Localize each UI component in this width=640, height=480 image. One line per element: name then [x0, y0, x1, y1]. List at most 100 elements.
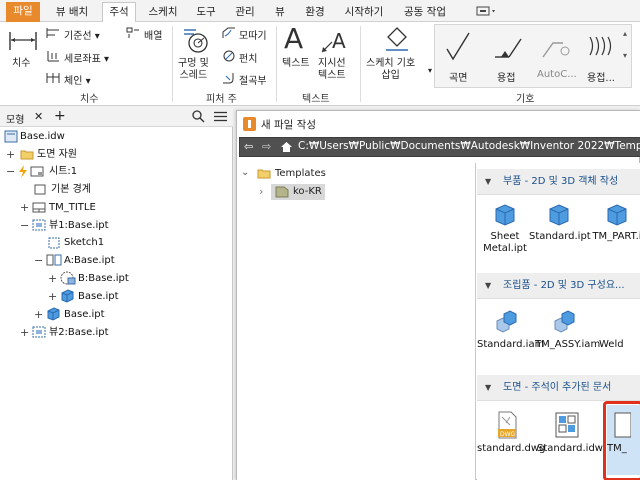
part-icon	[46, 307, 60, 324]
text-icon[interactable]: A	[284, 24, 303, 54]
weld-bead-icon[interactable]	[587, 35, 617, 60]
model-browser: 모형 ✕ + Base.idw + 도면 자원 − 시트:1 기본 경계 + T…	[0, 107, 233, 480]
autocad-block-icon[interactable]	[541, 31, 571, 64]
tab-file[interactable]: 파일	[6, 2, 40, 22]
tab-place-views[interactable]: 뷰 배치	[48, 3, 96, 22]
surface-texture-icon[interactable]	[445, 31, 475, 64]
tree-toggle[interactable]: +	[34, 306, 43, 323]
tab-view[interactable]: 뷰	[268, 3, 292, 22]
folder-icon	[275, 186, 289, 201]
template-file[interactable]: Standard.idw	[537, 411, 603, 455]
highlight-box	[603, 401, 640, 480]
tree-item-view1[interactable]: 뷰1:Base.ipt	[49, 217, 109, 234]
assembly-template-icon	[554, 310, 575, 333]
sketch-symbol-button[interactable]: 스케치 기호 삽입	[366, 58, 415, 82]
panel-separator	[172, 26, 173, 102]
title-block-icon	[32, 202, 46, 216]
sketch-symbol-dropdown-icon[interactable]: ▾	[428, 66, 432, 75]
tree-item-border[interactable]: 기본 경계	[51, 181, 91, 198]
template-file[interactable]: TM_ASSY.iam	[535, 309, 600, 351]
browser-tab-model[interactable]: 모형	[6, 111, 24, 126]
template-file[interactable]: DWG standard.dwg	[477, 411, 545, 455]
tree-item-sheet[interactable]: 시트:1	[49, 163, 77, 180]
gallery-scroll-down-icon[interactable]: ▾	[623, 51, 627, 60]
punch-icon	[222, 50, 236, 65]
template-file[interactable]: Sheet Metal.ipt	[477, 203, 533, 255]
close-icon[interactable]: ✕	[34, 110, 43, 123]
tree-item-view-b[interactable]: B:Base.ipt	[78, 270, 129, 287]
tree-toggle[interactable]: −	[20, 217, 29, 234]
path-text[interactable]: C:₩Users₩Public₩Documents₩Autodesk₩Inven…	[298, 140, 640, 152]
folder-toggle[interactable]: ›	[259, 185, 263, 198]
tree-toggle[interactable]: +	[20, 324, 29, 341]
tree-toggle[interactable]: +	[6, 146, 15, 163]
chamfer-button[interactable]: 모따기	[239, 27, 267, 42]
dimension-panel-label: 치수	[80, 94, 99, 105]
collapse-icon: ▼	[485, 281, 492, 290]
section-header-drawings[interactable]: ▼ 도면 - 주석이 추가된 문서	[477, 375, 640, 401]
tree-toggle[interactable]: +	[48, 270, 57, 287]
part-icon	[60, 289, 74, 306]
sketch-icon	[48, 237, 60, 252]
bend-button[interactable]: 절곡부	[239, 72, 267, 87]
tree-item-drawing-resources[interactable]: 도면 자원	[37, 146, 77, 163]
browser-header: 모형 ✕ +	[0, 107, 233, 127]
ordinate-button[interactable]: 세로좌표 ▾	[64, 50, 109, 65]
template-file[interactable]: Standard.ipt	[529, 203, 591, 243]
template-file[interactable]: TM_PART.i	[589, 203, 640, 243]
tab-annotate[interactable]: 주석	[102, 2, 136, 23]
tree-item-sketch1[interactable]: Sketch1	[64, 234, 104, 251]
tab-collaborate[interactable]: 공동 작업	[398, 3, 452, 22]
search-icon[interactable]	[192, 110, 205, 126]
tree-item-base-part[interactable]: Base.ipt	[78, 288, 119, 305]
folder-ko-kr[interactable]: ko-KR	[293, 186, 322, 197]
panel-toggle-icon[interactable]	[476, 6, 498, 17]
tree-toggle[interactable]: +	[48, 288, 57, 305]
dimension-button[interactable]: 치수	[12, 58, 30, 70]
weld-bead-label: 용접...	[587, 73, 615, 84]
chain-button[interactable]: 체인 ▾	[64, 72, 91, 87]
hole-thread-button[interactable]: 구멍 및 스레드	[178, 58, 209, 82]
folder-toggle[interactable]: ⌄	[241, 167, 249, 178]
tree-item-view-a[interactable]: A:Base.ipt	[64, 252, 115, 269]
symbol-gallery: 곡면 용접 AutoC... 용접... ▴ ▾	[434, 24, 632, 88]
svg-text:A: A	[332, 29, 346, 53]
folder-templates[interactable]: Templates	[275, 168, 326, 179]
tree-item-base-part[interactable]: Base.ipt	[64, 306, 105, 323]
tab-environments[interactable]: 환경	[298, 3, 332, 22]
inventor-logo-icon	[243, 117, 256, 134]
drawing-view-icon	[32, 326, 46, 341]
leader-text-icon[interactable]: A	[320, 28, 350, 57]
tree-item-view2[interactable]: 뷰2:Base.ipt	[49, 324, 109, 341]
tree-toggle[interactable]: −	[34, 252, 43, 269]
home-icon[interactable]	[280, 141, 293, 156]
section-header-parts[interactable]: ▼ 부품 - 2D 및 3D 객체 작성	[477, 169, 640, 195]
template-file[interactable]: Standard.iam	[477, 309, 544, 351]
text-button[interactable]: 텍스트	[282, 58, 310, 70]
tab-get-started[interactable]: 시작하기	[338, 3, 390, 22]
tab-manage[interactable]: 관리	[228, 3, 262, 22]
tree-toggle[interactable]: −	[6, 163, 15, 180]
sketch-symbol-icon[interactable]	[382, 26, 412, 57]
tree-toggle[interactable]: +	[20, 199, 29, 216]
template-file[interactable]: Weld	[599, 309, 639, 351]
gallery-scroll-up-icon[interactable]: ▴	[623, 29, 627, 38]
menu-icon[interactable]	[214, 111, 227, 125]
new-file-dialog: 새 파일 작성 ⇦ ⇨ C:₩Users₩Public₩Documents₩Au…	[236, 110, 640, 480]
tree-item-drawing[interactable]: Base.idw	[20, 128, 65, 145]
tree-item-title-block[interactable]: TM_TITLE	[49, 199, 96, 216]
collapse-icon: ▼	[485, 383, 492, 392]
tab-tools[interactable]: 도구	[190, 3, 222, 22]
forward-arrow-icon[interactable]: ⇨	[262, 140, 271, 153]
back-arrow-icon[interactable]: ⇦	[244, 140, 253, 153]
leader-text-button[interactable]: 지시선 텍스트	[318, 58, 346, 82]
baseline-button[interactable]: 기준선 ▾	[64, 27, 100, 42]
dimension-icon[interactable]	[8, 28, 38, 57]
weld-icon[interactable]	[493, 31, 523, 64]
section-header-assemblies[interactable]: ▼ 조립품 - 2D 및 3D 구성요...	[477, 273, 640, 299]
hole-thread-icon[interactable]	[182, 26, 210, 57]
add-tab-icon[interactable]: +	[54, 108, 66, 124]
tab-sketch[interactable]: 스케치	[142, 3, 184, 22]
arrange-button[interactable]: 배열	[144, 27, 162, 42]
punch-button[interactable]: 펀치	[239, 50, 257, 65]
